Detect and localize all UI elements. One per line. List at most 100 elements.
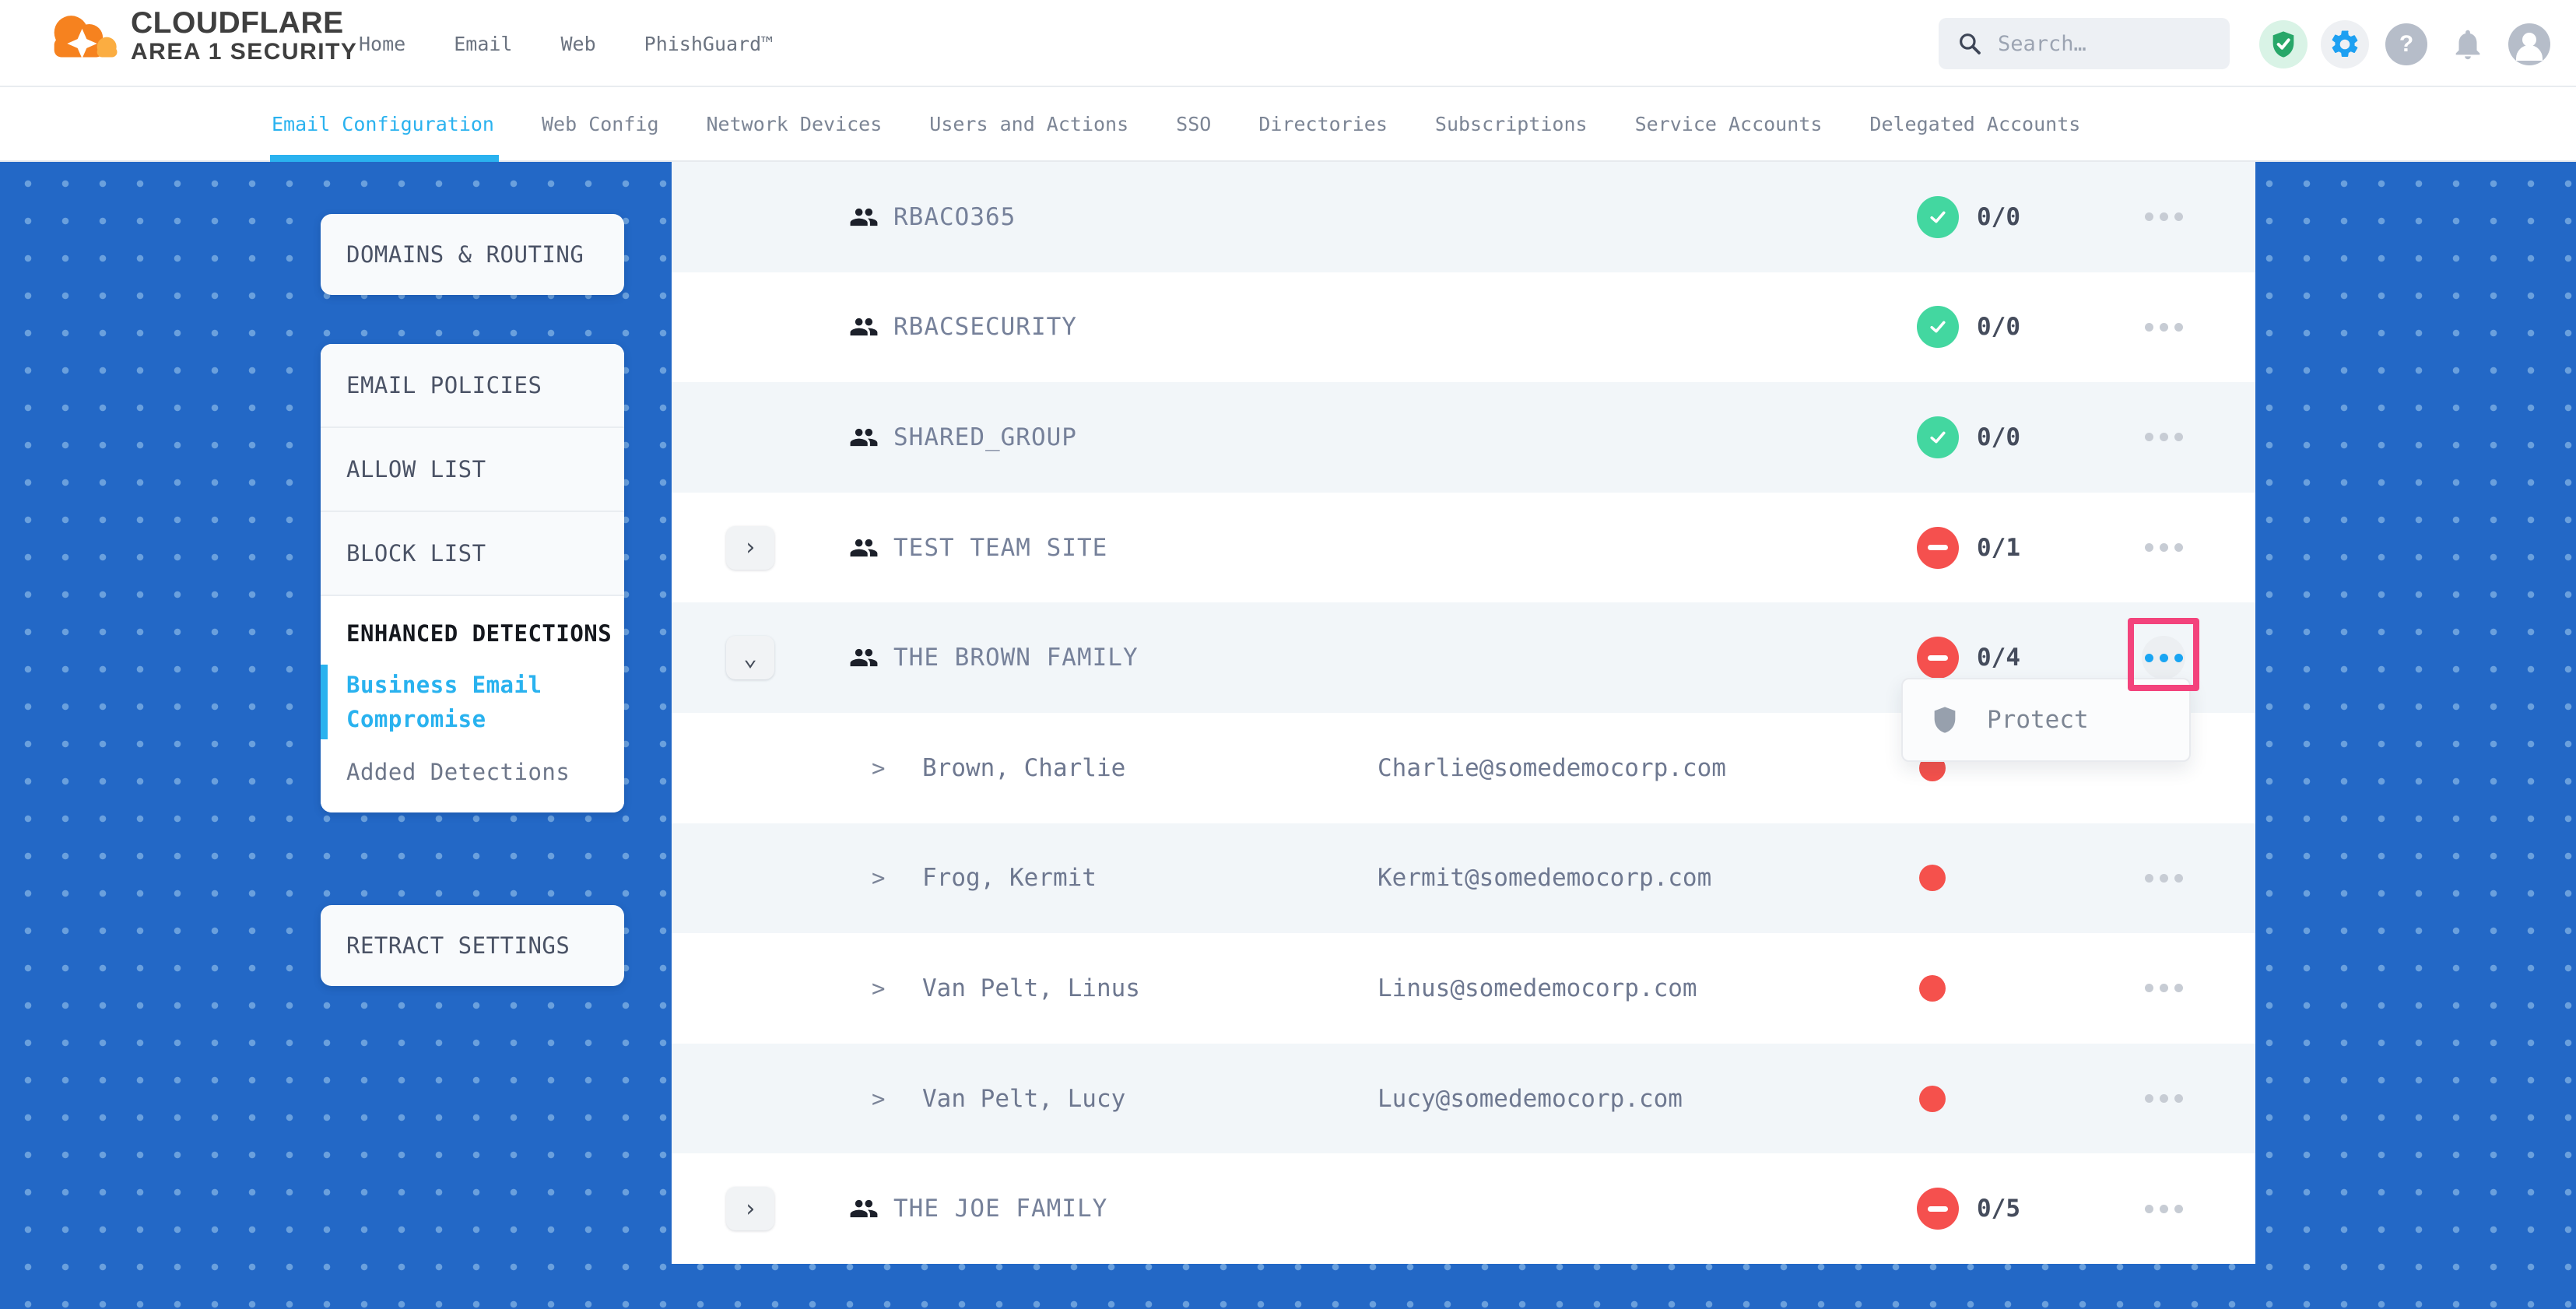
top-nav-web[interactable]: Web xyxy=(560,33,595,55)
group-name: RBACSECURITY xyxy=(893,313,1077,341)
kebab-menu-button-open[interactable] xyxy=(2142,636,2185,679)
group-icon xyxy=(849,202,879,232)
group-name: TEST TEAM SITE xyxy=(893,534,1107,562)
account-avatar-icon[interactable] xyxy=(2505,20,2553,68)
group-icon xyxy=(849,423,879,452)
chevron-down-icon: ⌄ xyxy=(743,644,757,672)
sidebar-item-added-detections[interactable]: Added Detections xyxy=(321,755,624,789)
status-unprotected-dot xyxy=(1919,975,1946,1002)
group-icon xyxy=(849,643,879,672)
group-name: THE JOE FAMILY xyxy=(893,1195,1107,1223)
sidebar-item-block-list[interactable]: BLOCK LIST xyxy=(321,512,624,596)
group-icon xyxy=(849,1194,879,1223)
table-row-user-van-pelt-lucy: > Van Pelt, Lucy Lucy@somedemocorp.com xyxy=(672,1044,2255,1154)
status-blocked-badge xyxy=(1917,1188,1959,1230)
tab-subscriptions[interactable]: Subscriptions xyxy=(1435,87,1588,160)
search-icon xyxy=(1957,31,1982,56)
table-row-user-frog-kermit: > Frog, Kermit Kermit@somedemocorp.com xyxy=(672,823,2255,934)
chevron-right-icon: › xyxy=(743,534,757,561)
logo-wordmark: CLOUDFLARE xyxy=(131,8,357,40)
status-unprotected-dot xyxy=(1919,865,1946,891)
kebab-menu-button[interactable] xyxy=(2138,963,2189,1014)
tab-web-config[interactable]: Web Config xyxy=(542,87,659,160)
kebab-menu-button[interactable] xyxy=(2138,1073,2189,1125)
user-email: Kermit@somedemocorp.com xyxy=(1377,864,1711,892)
chevron-right-icon: > xyxy=(872,1086,885,1112)
settings-gear-icon[interactable] xyxy=(2321,20,2369,68)
protection-count: 0/5 xyxy=(1977,1195,2020,1223)
sidebar-item-retract-settings[interactable]: RETRACT SETTINGS xyxy=(321,905,624,986)
area1-security-app: CLOUDFLARE AREA 1 SECURITY Home Email We… xyxy=(0,0,2576,1309)
shield-icon xyxy=(1929,703,1960,737)
kebab-menu-button[interactable] xyxy=(2138,852,2189,904)
sidebar-policies-card: EMAIL POLICIES ALLOW LIST BLOCK LIST ENH… xyxy=(321,344,624,812)
expand-row-button[interactable]: › xyxy=(726,1187,774,1230)
top-nav-phishguard[interactable]: PhishGuard™ xyxy=(644,33,774,55)
notifications-bell-icon[interactable] xyxy=(2444,20,2492,68)
group-name: RBACO365 xyxy=(893,203,1016,231)
kebab-menu-button[interactable] xyxy=(2138,191,2189,243)
table-row-group-shared-group: SHARED_GROUP 0/0 xyxy=(672,382,2255,493)
sidebar-enhanced-detections-section: ENHANCED DETECTIONS Business Email Compr… xyxy=(321,596,624,812)
group-name: THE BROWN FAMILY xyxy=(893,644,1139,672)
top-nav-email[interactable]: Email xyxy=(454,33,512,55)
table-row-group-the-joe-family: › THE JOE FAMILY 0/5 xyxy=(672,1153,2255,1264)
row-context-menu: Protect xyxy=(1901,678,2191,762)
kebab-menu-button[interactable] xyxy=(2138,522,2189,574)
sidebar-item-domains-routing[interactable]: DOMAINS & ROUTING xyxy=(321,214,624,295)
chevron-right-icon: > xyxy=(872,865,885,891)
table-row-group-test-team-site: › TEST TEAM SITE 0/1 xyxy=(672,493,2255,603)
chevron-right-icon: › xyxy=(743,1195,757,1223)
chevron-right-icon: > xyxy=(872,755,885,781)
protection-count: 0/1 xyxy=(1977,534,2020,562)
status-ok-badge xyxy=(1917,416,1959,458)
group-icon xyxy=(849,533,879,563)
collapse-row-button[interactable]: ⌄ xyxy=(726,636,774,679)
kebab-menu-button[interactable] xyxy=(2138,412,2189,463)
group-icon xyxy=(849,312,879,342)
cloudflare-logo[interactable]: CLOUDFLARE AREA 1 SECURITY xyxy=(45,8,357,64)
group-name: SHARED_GROUP xyxy=(893,423,1077,451)
protection-count: 0/0 xyxy=(1977,423,2020,451)
search-input[interactable] xyxy=(1996,31,2214,57)
status-ok-badge xyxy=(1917,196,1959,238)
expand-row-button[interactable]: › xyxy=(726,526,774,570)
tab-network-devices[interactable]: Network Devices xyxy=(707,87,883,160)
config-tab-bar: Email Configuration Web Config Network D… xyxy=(0,87,2576,162)
tab-email-configuration[interactable]: Email Configuration xyxy=(272,87,494,160)
table-row-group-rbaco365: RBACO365 0/0 xyxy=(672,162,2255,272)
shield-check-icon[interactable] xyxy=(2259,20,2308,68)
protection-count: 0/0 xyxy=(1977,203,2020,231)
menu-item-protect[interactable]: Protect xyxy=(1987,706,2089,734)
user-name: Brown, Charlie xyxy=(922,754,1125,782)
sidebar-item-business-email-compromise[interactable]: Business Email Compromise xyxy=(321,668,624,736)
tab-service-accounts[interactable]: Service Accounts xyxy=(1635,87,1823,160)
sidebar-item-email-policies[interactable]: EMAIL POLICIES xyxy=(321,344,624,428)
search-bar[interactable] xyxy=(1939,18,2230,69)
user-email: Linus@somedemocorp.com xyxy=(1377,974,1697,1002)
sidebar-item-allow-list[interactable]: ALLOW LIST xyxy=(321,428,624,512)
tab-directories[interactable]: Directories xyxy=(1258,87,1388,160)
table-row-user-van-pelt-linus: > Van Pelt, Linus Linus@somedemocorp.com xyxy=(672,933,2255,1044)
status-blocked-badge xyxy=(1917,637,1959,679)
protection-count: 0/0 xyxy=(1977,313,2020,341)
kebab-menu-button[interactable] xyxy=(2138,301,2189,353)
top-nav-home[interactable]: Home xyxy=(359,33,405,55)
help-icon[interactable]: ? xyxy=(2382,20,2430,68)
cloudflare-cloud-icon xyxy=(45,9,123,63)
sidebar-item-enhanced-detections[interactable]: ENHANCED DETECTIONS xyxy=(321,616,624,651)
chevron-right-icon: > xyxy=(872,975,885,1002)
table-row-group-rbacsecurity: RBACSECURITY 0/0 xyxy=(672,272,2255,383)
user-name: Van Pelt, Lucy xyxy=(922,1085,1125,1113)
status-blocked-badge xyxy=(1917,527,1959,569)
top-header: CLOUDFLARE AREA 1 SECURITY Home Email We… xyxy=(0,0,2576,87)
kebab-menu-button[interactable] xyxy=(2138,1183,2189,1234)
protection-count: 0/4 xyxy=(1977,644,2020,672)
tab-sso[interactable]: SSO xyxy=(1176,87,1211,160)
status-unprotected-dot xyxy=(1919,1086,1946,1112)
top-nav: Home Email Web PhishGuard™ xyxy=(359,0,773,87)
user-name: Van Pelt, Linus xyxy=(922,974,1140,1002)
tab-users-and-actions[interactable]: Users and Actions xyxy=(929,87,1128,160)
tab-delegated-accounts[interactable]: Delegated Accounts xyxy=(1869,87,2080,160)
user-email: Charlie@somedemocorp.com xyxy=(1377,754,1726,782)
